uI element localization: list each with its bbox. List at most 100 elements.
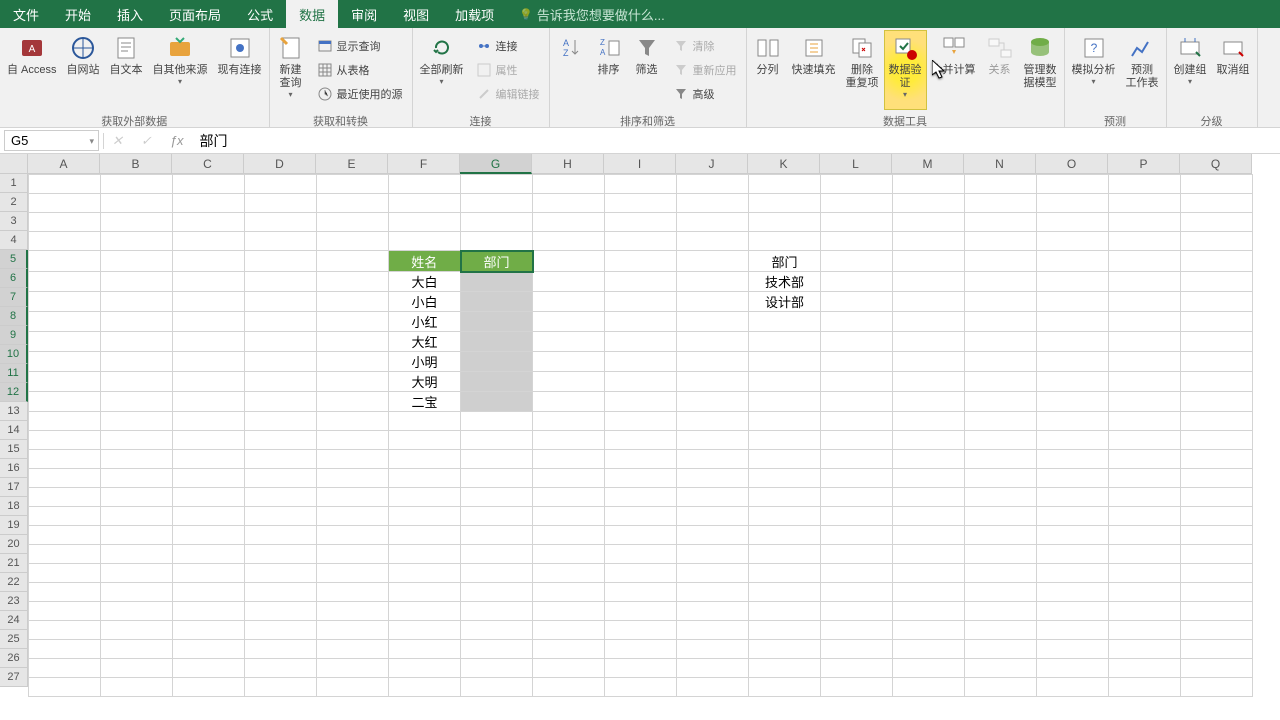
cell-D25[interactable] — [245, 640, 317, 659]
cell-C24[interactable] — [173, 621, 245, 640]
cell-A23[interactable] — [29, 602, 101, 621]
cell-H11[interactable] — [533, 372, 605, 392]
cell-O23[interactable] — [1037, 602, 1109, 621]
cell-Q21[interactable] — [1181, 564, 1253, 583]
cell-N12[interactable] — [965, 392, 1037, 412]
cell-K1[interactable] — [749, 175, 821, 194]
cell-D18[interactable] — [245, 507, 317, 526]
cell-O7[interactable] — [1037, 292, 1109, 312]
column-header-C[interactable]: C — [172, 154, 244, 174]
cell-Q20[interactable] — [1181, 545, 1253, 564]
cell-B12[interactable] — [101, 392, 173, 412]
cell-H8[interactable] — [533, 312, 605, 332]
row-header-27[interactable]: 27 — [0, 668, 28, 687]
cell-E17[interactable] — [317, 488, 389, 507]
row-header-23[interactable]: 23 — [0, 592, 28, 611]
cell-L27[interactable] — [821, 678, 893, 697]
cell-D6[interactable] — [245, 272, 317, 292]
cell-G13[interactable] — [461, 412, 533, 431]
cell-Q2[interactable] — [1181, 194, 1253, 213]
cell-A20[interactable] — [29, 545, 101, 564]
cell-B9[interactable] — [101, 332, 173, 352]
cell-J4[interactable] — [677, 232, 749, 251]
cell-G15[interactable] — [461, 450, 533, 469]
column-header-L[interactable]: L — [820, 154, 892, 174]
cell-C15[interactable] — [173, 450, 245, 469]
cell-N20[interactable] — [965, 545, 1037, 564]
cell-E26[interactable] — [317, 659, 389, 678]
cell-N26[interactable] — [965, 659, 1037, 678]
cell-K10[interactable] — [749, 352, 821, 372]
cell-J2[interactable] — [677, 194, 749, 213]
cell-D13[interactable] — [245, 412, 317, 431]
cell-L6[interactable] — [821, 272, 893, 292]
cell-P26[interactable] — [1109, 659, 1181, 678]
cell-G14[interactable] — [461, 431, 533, 450]
cell-F3[interactable] — [389, 213, 461, 232]
cell-P13[interactable] — [1109, 412, 1181, 431]
cell-D19[interactable] — [245, 526, 317, 545]
existing-connections-button[interactable]: 现有连接 — [213, 30, 267, 110]
cell-M16[interactable] — [893, 469, 965, 488]
cell-L26[interactable] — [821, 659, 893, 678]
cell-H2[interactable] — [533, 194, 605, 213]
cell-A19[interactable] — [29, 526, 101, 545]
cell-E20[interactable] — [317, 545, 389, 564]
cell-F7[interactable]: 小白 — [389, 292, 461, 312]
cell-M13[interactable] — [893, 412, 965, 431]
cell-M3[interactable] — [893, 213, 965, 232]
cell-F16[interactable] — [389, 469, 461, 488]
column-header-D[interactable]: D — [244, 154, 316, 174]
cell-E10[interactable] — [317, 352, 389, 372]
cell-E9[interactable] — [317, 332, 389, 352]
cell-Q24[interactable] — [1181, 621, 1253, 640]
cell-F26[interactable] — [389, 659, 461, 678]
group-button[interactable]: 创建组 — [1169, 30, 1212, 110]
column-header-J[interactable]: J — [676, 154, 748, 174]
row-header-16[interactable]: 16 — [0, 459, 28, 478]
cell-P27[interactable] — [1109, 678, 1181, 697]
cell-E12[interactable] — [317, 392, 389, 412]
cell-P25[interactable] — [1109, 640, 1181, 659]
cell-J15[interactable] — [677, 450, 749, 469]
cell-P22[interactable] — [1109, 583, 1181, 602]
cell-M14[interactable] — [893, 431, 965, 450]
cell-F9[interactable]: 大红 — [389, 332, 461, 352]
cell-I4[interactable] — [605, 232, 677, 251]
cell-H17[interactable] — [533, 488, 605, 507]
cell-H22[interactable] — [533, 583, 605, 602]
cell-A11[interactable] — [29, 372, 101, 392]
cell-F15[interactable] — [389, 450, 461, 469]
cell-M22[interactable] — [893, 583, 965, 602]
cell-I18[interactable] — [605, 507, 677, 526]
data-validation-button[interactable]: 数据验 证 — [884, 30, 927, 110]
cell-F23[interactable] — [389, 602, 461, 621]
cell-K19[interactable] — [749, 526, 821, 545]
cell-A24[interactable] — [29, 621, 101, 640]
cell-A5[interactable] — [29, 251, 101, 272]
cell-M17[interactable] — [893, 488, 965, 507]
cell-H10[interactable] — [533, 352, 605, 372]
cell-O16[interactable] — [1037, 469, 1109, 488]
cell-O8[interactable] — [1037, 312, 1109, 332]
cell-O18[interactable] — [1037, 507, 1109, 526]
cell-Q25[interactable] — [1181, 640, 1253, 659]
cell-P9[interactable] — [1109, 332, 1181, 352]
cell-N1[interactable] — [965, 175, 1037, 194]
cell-I3[interactable] — [605, 213, 677, 232]
cell-M12[interactable] — [893, 392, 965, 412]
cell-Q22[interactable] — [1181, 583, 1253, 602]
sort-button[interactable]: ZA排序 — [590, 30, 628, 110]
column-header-G[interactable]: G — [460, 154, 532, 174]
cell-F12[interactable]: 二宝 — [389, 392, 461, 412]
cell-Q16[interactable] — [1181, 469, 1253, 488]
from-table-button[interactable]: 从表格 — [312, 58, 408, 82]
cell-C5[interactable] — [173, 251, 245, 272]
cell-Q5[interactable] — [1181, 251, 1253, 272]
cell-L2[interactable] — [821, 194, 893, 213]
cell-E3[interactable] — [317, 213, 389, 232]
cell-I26[interactable] — [605, 659, 677, 678]
cell-A12[interactable] — [29, 392, 101, 412]
cell-D17[interactable] — [245, 488, 317, 507]
cell-J25[interactable] — [677, 640, 749, 659]
